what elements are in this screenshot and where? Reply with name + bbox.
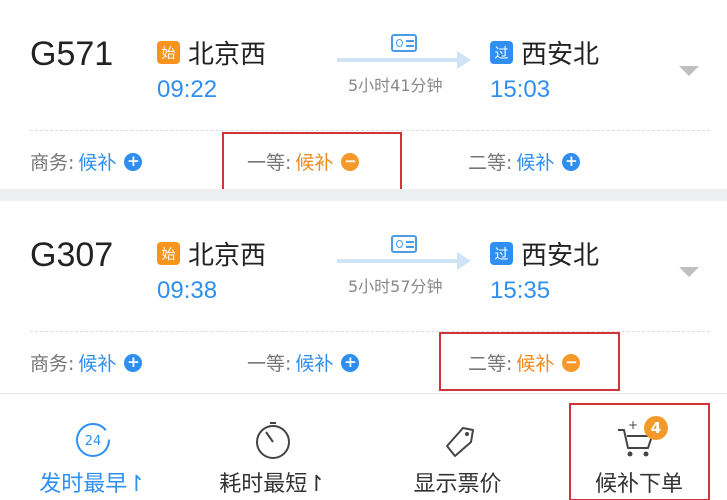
seat-status: 候补	[516, 152, 555, 174]
seat-label: 商务:	[30, 353, 75, 375]
add-icon[interactable]: +	[124, 152, 143, 171]
highlight-box	[569, 403, 710, 500]
train-number: G307	[30, 236, 114, 274]
add-icon[interactable]: +	[341, 353, 360, 372]
sort-earliest-departure-button[interactable]: 24 发时最早↾	[30, 394, 155, 500]
stopwatch-icon	[248, 420, 298, 460]
departure-station: 始 北京西	[157, 34, 266, 71]
seat-business[interactable]: 商务: 候补 +	[30, 349, 143, 376]
seat-status: 候补	[78, 152, 117, 174]
origin-badge: 始	[157, 242, 180, 265]
seat-business[interactable]: 商务: 候补 +	[30, 148, 143, 175]
departure-station-name: 北京西	[188, 241, 267, 271]
travel-duration: 5小时41分钟	[348, 76, 443, 95]
travel-duration: 5小时57分钟	[348, 277, 443, 296]
pass-through-badge: 过	[490, 41, 513, 64]
seat-label: 二等:	[468, 152, 513, 174]
show-price-label: 显示票价	[413, 472, 502, 497]
seat-label: 商务:	[30, 152, 75, 174]
train-card-g307[interactable]: G307 始 北京西 09:38 5小时57分钟 过 西安北 15:35 商务:…	[0, 201, 727, 391]
add-icon[interactable]: +	[562, 152, 581, 171]
departure-time: 09:22	[157, 76, 218, 103]
arrival-station: 过 西安北	[490, 235, 599, 272]
route-arrow-head	[457, 51, 471, 69]
expand-chevron-down-icon[interactable]	[679, 267, 699, 277]
departure-time: 09:38	[157, 277, 218, 304]
divider	[30, 130, 710, 131]
card-separator	[0, 189, 727, 201]
id-card-icon	[391, 235, 417, 253]
route-arrow	[337, 259, 459, 263]
clock-24-text: 24	[84, 434, 101, 449]
add-icon[interactable]: +	[124, 353, 143, 372]
train-card-g571[interactable]: G571 始 北京西 09:22 5小时41分钟 过 西安北 15:03 商务:…	[0, 0, 727, 191]
origin-badge: 始	[157, 41, 180, 64]
bottom-toolbar: 24 发时最早↾ 耗时最短↾ 显示票价 + 4 候补下单	[0, 393, 727, 500]
seat-status: 候补	[78, 353, 117, 375]
departure-station: 始 北京西	[157, 235, 266, 272]
seat-second-class[interactable]: 二等: 候补 +	[468, 148, 581, 175]
pass-through-badge: 过	[490, 242, 513, 265]
arrival-time: 15:03	[490, 76, 551, 103]
route-arrow	[337, 58, 459, 62]
seat-label: 一等:	[247, 353, 292, 375]
clock-24-icon: 24	[68, 420, 118, 460]
arrival-station: 过 西安北	[490, 34, 599, 71]
highlight-box	[439, 332, 620, 391]
show-price-button[interactable]: 显示票价	[395, 394, 520, 500]
arrival-station-name: 西安北	[521, 241, 600, 271]
arrival-station-name: 西安北	[521, 40, 600, 70]
route-arrow-head	[457, 252, 471, 270]
highlight-box	[222, 132, 402, 191]
seat-first-class[interactable]: 一等: 候补 +	[247, 349, 360, 376]
sort-shortest-label: 耗时最短↾	[219, 472, 326, 497]
sort-shortest-duration-button[interactable]: 耗时最短↾	[210, 394, 335, 500]
departure-station-name: 北京西	[188, 40, 267, 70]
expand-chevron-down-icon[interactable]	[679, 66, 699, 76]
sort-earliest-label: 发时最早↾	[39, 472, 146, 497]
price-tag-icon	[433, 420, 483, 460]
arrival-time: 15:35	[490, 277, 551, 304]
train-number: G571	[30, 35, 114, 73]
id-card-icon	[391, 34, 417, 52]
seat-status: 候补	[295, 353, 334, 375]
